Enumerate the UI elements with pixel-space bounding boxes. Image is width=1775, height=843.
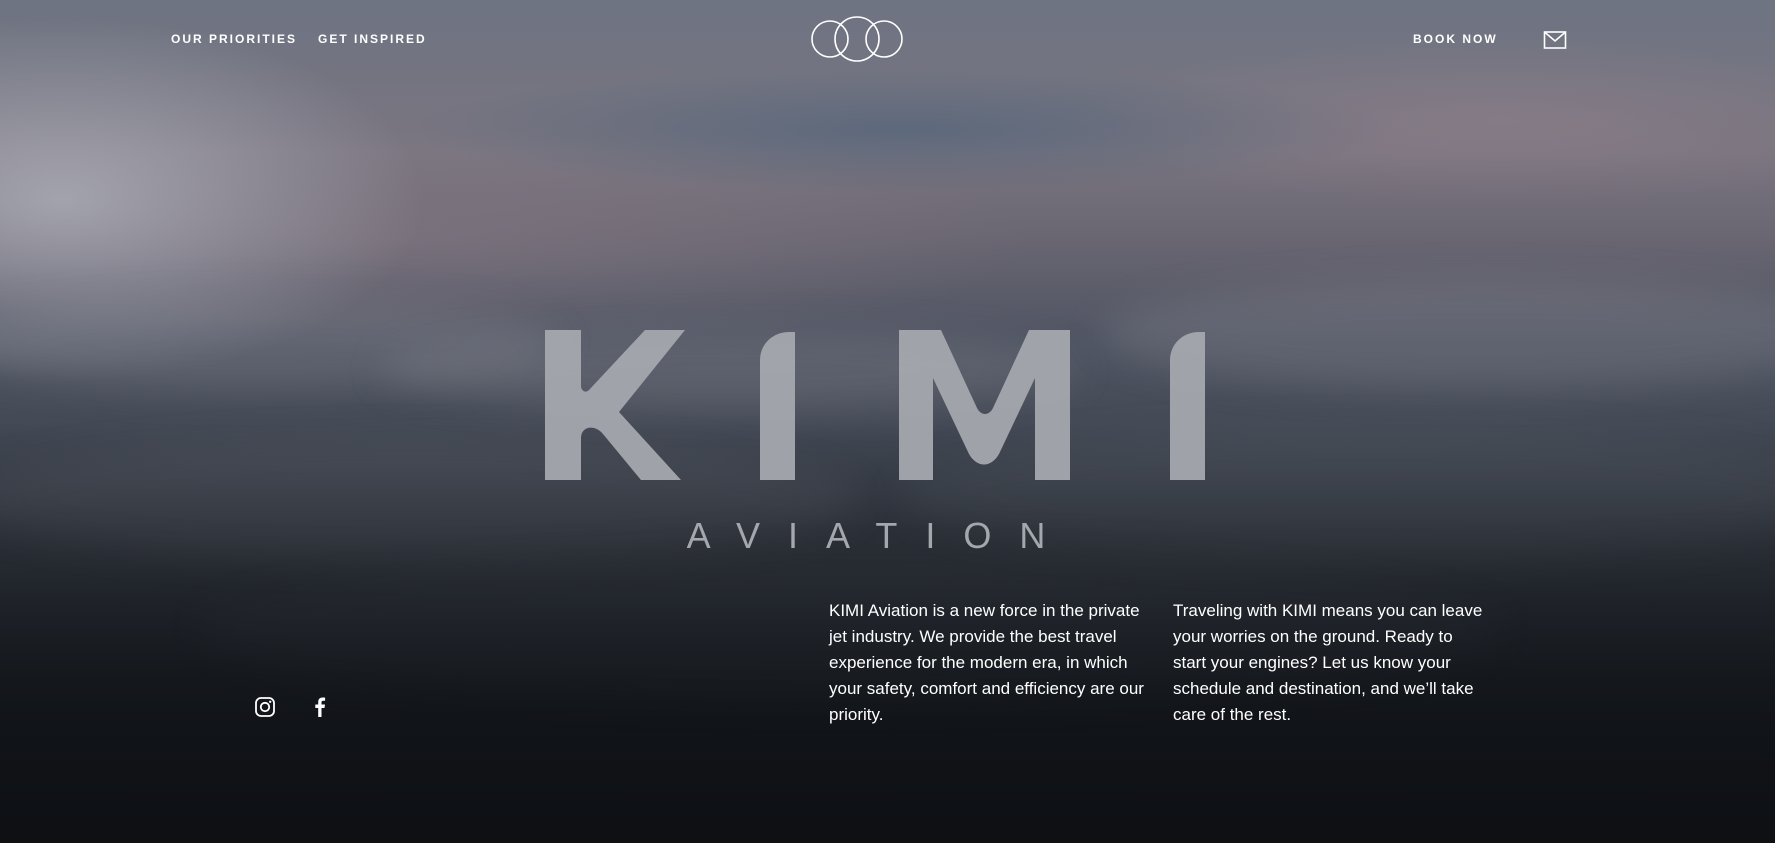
travel-paragraph: Traveling with KIMI means you can leave … <box>1173 601 1483 724</box>
kimi-wordmark <box>545 330 1205 480</box>
three-circles-logo-icon[interactable] <box>810 15 904 63</box>
facebook-icon[interactable] <box>308 695 332 719</box>
book-now-button[interactable]: BOOK NOW <box>1413 32 1498 46</box>
intro-paragraph: KIMI Aviation is a new force in the priv… <box>829 601 1144 724</box>
brand-subtitle: AVIATION <box>686 515 1074 556</box>
instagram-icon[interactable] <box>253 695 277 719</box>
envelope-icon[interactable] <box>1543 29 1567 51</box>
nav-our-priorities[interactable]: OUR PRIORITIES <box>171 32 297 46</box>
nav-get-inspired[interactable]: GET INSPIRED <box>318 32 427 46</box>
